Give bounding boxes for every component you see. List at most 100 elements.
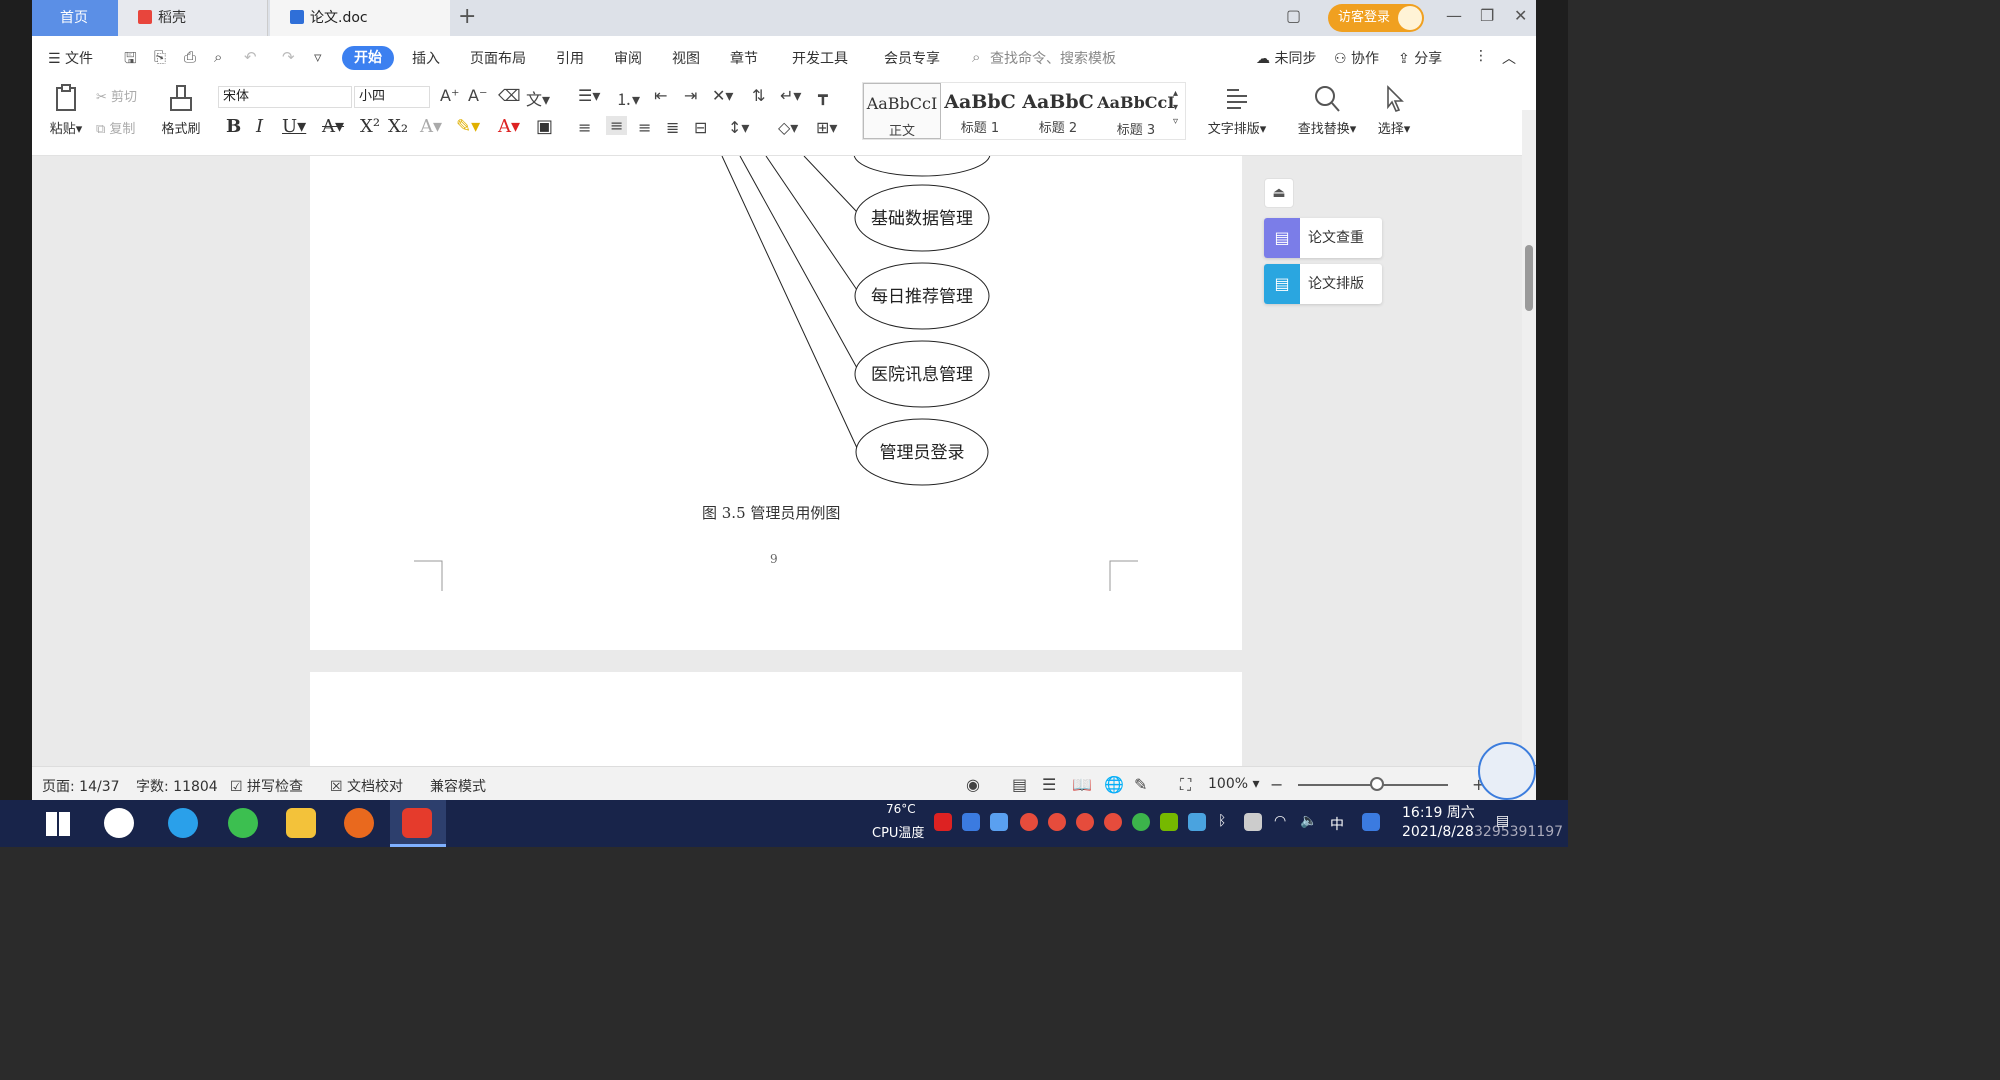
file-menu[interactable]: ☰ 文件	[48, 48, 93, 68]
font-color-icon[interactable]: A▾	[498, 116, 520, 137]
file-explorer-icon[interactable]	[286, 808, 316, 838]
app-icon-s[interactable]	[104, 808, 134, 838]
write-mode-icon[interactable]: ✎	[1134, 775, 1147, 794]
shrink-font-icon[interactable]: A⁻	[468, 86, 487, 105]
bluetooth-icon[interactable]: ᛒ	[1218, 813, 1226, 829]
customize-icon[interactable]: ▿	[314, 48, 322, 66]
tab-chapter[interactable]: 章节	[730, 48, 758, 68]
add-tab-button[interactable]: +	[458, 4, 476, 29]
tray-q-icon[interactable]	[1362, 813, 1380, 831]
tray-shield-icon[interactable]	[990, 813, 1008, 831]
text-layout-button[interactable]: 文字排版▾	[1202, 84, 1272, 137]
style-heading-1[interactable]: AaBbC 标题 1	[941, 83, 1019, 139]
shading-icon[interactable]: ◇▾	[778, 118, 798, 137]
superscript-icon[interactable]: X²	[360, 116, 380, 137]
styles-scroll-icon[interactable]: ▴ ▾ ▿	[1173, 87, 1178, 129]
print-icon[interactable]: ⎙	[184, 48, 196, 66]
tray-app-icon[interactable]	[962, 813, 980, 831]
fit-page-icon[interactable]: ⛶	[1180, 775, 1191, 795]
collapse-ribbon-icon[interactable]: ︿	[1502, 48, 1516, 68]
outline-view-icon[interactable]: ☰	[1042, 775, 1056, 794]
search-icon[interactable]: ⌕	[972, 48, 980, 66]
tab-stops-icon[interactable]: ┳	[818, 86, 828, 105]
tab-insert[interactable]: 插入	[412, 48, 440, 68]
distribute-icon[interactable]: ⊟	[694, 118, 707, 137]
page-view-icon[interactable]: ▤	[1012, 775, 1027, 794]
internet-explorer-icon[interactable]	[168, 808, 198, 838]
word-count[interactable]: 字数: 11804	[136, 776, 218, 796]
style-heading-2[interactable]: AaBbC 标题 2	[1019, 83, 1097, 139]
grow-font-icon[interactable]: A⁺	[440, 86, 459, 105]
font-size-select[interactable]: 小四	[354, 86, 430, 108]
spell-check-button[interactable]: ☑ 拼写检查	[230, 776, 303, 796]
zoom-out-icon[interactable]: −	[1270, 775, 1283, 794]
web-view-icon[interactable]: 🌐	[1104, 775, 1124, 794]
tray-plus-icon[interactable]	[1132, 813, 1150, 831]
share-button[interactable]: ⇪ 分享	[1398, 48, 1442, 68]
browser-360-icon[interactable]	[228, 808, 258, 838]
tab-page-layout[interactable]: 页面布局	[470, 48, 526, 68]
export-icon[interactable]: ⎘	[154, 48, 166, 66]
tab-dev-tools[interactable]: 开发工具	[792, 48, 848, 68]
tab-daoke[interactable]: 稻壳	[118, 0, 268, 36]
tab-start[interactable]: 开始	[342, 46, 394, 70]
cut-button[interactable]: ✂ 剪切	[96, 86, 137, 105]
eye-protection-icon[interactable]: ◉	[966, 775, 980, 794]
underline-icon[interactable]: U▾	[282, 116, 306, 137]
line-spacing-icon[interactable]: ↕▾	[728, 118, 749, 137]
tray-device-icon[interactable]	[1244, 813, 1262, 831]
command-search-input[interactable]: 查找命令、搜索模板	[990, 48, 1116, 68]
align-right-icon[interactable]: ≡	[638, 118, 651, 137]
next-document-page[interactable]	[310, 672, 1242, 766]
numbering-icon[interactable]: ⒈▾	[616, 86, 640, 110]
volume-icon[interactable]: 🔈	[1300, 813, 1317, 829]
tray-nvidia-icon[interactable]	[1160, 813, 1178, 831]
collaborate-button[interactable]: ⚇ 协作	[1334, 48, 1379, 68]
zoom-slider-knob[interactable]	[1370, 777, 1384, 791]
subscript-icon[interactable]: X₂	[388, 116, 408, 137]
vertical-scrollbar[interactable]	[1522, 110, 1536, 765]
tray-qq-icon[interactable]	[1048, 813, 1066, 831]
strikethrough-icon[interactable]: A▾	[322, 116, 344, 137]
tray-qq-icon[interactable]	[1020, 813, 1038, 831]
highlight-icon[interactable]: ✎▾	[456, 116, 480, 137]
show-marks-icon[interactable]: ↵▾	[780, 86, 801, 105]
thesis-layout-button[interactable]: ▤ 论文排版	[1264, 264, 1382, 304]
justify-icon[interactable]: ≣	[666, 118, 679, 137]
paste-button[interactable]: 粘贴▾	[46, 84, 86, 137]
tab-member[interactable]: 会员专享	[884, 48, 940, 68]
borders-icon[interactable]: ⊞▾	[816, 118, 837, 137]
save-icon[interactable]: 🖫	[124, 48, 137, 73]
wps-taskbar-button[interactable]	[390, 800, 446, 847]
copy-button[interactable]: ⧉ 复制	[96, 118, 135, 137]
tray-qq-icon[interactable]	[1104, 813, 1122, 831]
notification-icon[interactable]: ▤	[1496, 813, 1509, 829]
find-replace-button[interactable]: 查找替换▾	[1292, 84, 1362, 137]
close-icon[interactable]: ✕	[1514, 6, 1527, 25]
sort-icon[interactable]: ⇅	[752, 86, 765, 105]
doc-proof-button[interactable]: ☒ 文档校对	[330, 776, 403, 796]
bullets-icon[interactable]: ☰▾	[578, 86, 600, 105]
text-effect-icon[interactable]: A▾	[420, 116, 442, 137]
restore-icon[interactable]: ❐	[1480, 6, 1494, 25]
document-page[interactable]: 基础数据管理 每日推荐管理 医院讯息管理 管理员登录 图 3.5 管理员用例图 …	[310, 156, 1242, 650]
tab-home[interactable]: 首页	[32, 0, 118, 36]
char-border-icon[interactable]: ▣	[536, 116, 553, 137]
tab-view[interactable]: 视图	[672, 48, 700, 68]
page-indicator[interactable]: 页面: 14/37	[42, 776, 120, 796]
style-heading-3[interactable]: AaBbCcI 标题 3	[1097, 83, 1175, 139]
tiger-app-icon[interactable]	[344, 808, 374, 838]
increase-indent-icon[interactable]: ⇥	[684, 86, 697, 105]
bold-icon[interactable]: B	[226, 116, 241, 137]
style-normal[interactable]: AaBbCcI 正文	[863, 83, 941, 139]
decrease-indent-icon[interactable]: ⇤	[654, 86, 667, 105]
tab-document[interactable]: 论文.doc	[270, 0, 450, 36]
select-button[interactable]: 选择▾	[1372, 84, 1416, 137]
eject-icon[interactable]: ⏏	[1264, 178, 1294, 208]
phonetic-guide-icon[interactable]: 文▾	[526, 86, 550, 110]
windows-start-icon[interactable]	[46, 812, 70, 836]
tray-app-icon[interactable]	[934, 813, 952, 831]
unsynced-button[interactable]: ☁ 未同步	[1256, 48, 1316, 68]
scrollbar-thumb[interactable]	[1525, 245, 1533, 311]
assistant-widget[interactable]	[1478, 742, 1536, 800]
